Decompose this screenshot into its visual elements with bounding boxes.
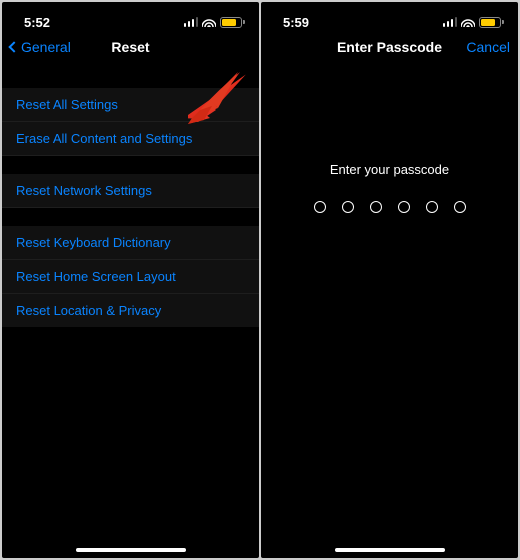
passcode-dot	[342, 201, 354, 213]
status-bar: 5:59	[261, 2, 518, 36]
wifi-icon	[461, 17, 475, 27]
battery-icon	[479, 17, 504, 28]
navigation-bar: General Reset	[2, 36, 259, 64]
passcode-prompt: Enter your passcode	[261, 162, 518, 177]
back-button[interactable]: General	[10, 39, 71, 55]
battery-fill	[481, 19, 495, 26]
back-label: General	[21, 39, 71, 55]
chevron-left-icon	[8, 41, 19, 52]
passcode-dot	[454, 201, 466, 213]
navigation-bar: Enter Passcode Cancel	[261, 36, 518, 64]
reset-home-screen-layout-row[interactable]: Reset Home Screen Layout	[2, 260, 259, 294]
wifi-icon	[202, 17, 216, 27]
passcode-dot	[314, 201, 326, 213]
reset-keyboard-dictionary-row[interactable]: Reset Keyboard Dictionary	[2, 226, 259, 260]
cancel-button[interactable]: Cancel	[466, 39, 510, 55]
battery-fill	[222, 19, 236, 26]
status-bar: 5:52	[2, 2, 259, 36]
erase-all-content-row[interactable]: Erase All Content and Settings	[2, 122, 259, 156]
screen-enter-passcode: 5:59 Enter Passcode Cancel Enter your pa…	[261, 2, 518, 558]
passcode-dot	[370, 201, 382, 213]
home-indicator[interactable]	[335, 548, 445, 552]
reset-all-settings-row[interactable]: Reset All Settings	[2, 88, 259, 122]
passcode-dots	[261, 201, 518, 213]
reset-options-list: Reset All Settings Erase All Content and…	[2, 70, 259, 327]
status-time: 5:52	[24, 15, 50, 30]
cellular-signal-icon	[184, 17, 199, 27]
battery-icon	[220, 17, 245, 28]
home-indicator[interactable]	[76, 548, 186, 552]
reset-network-settings-row[interactable]: Reset Network Settings	[2, 174, 259, 208]
cellular-signal-icon	[443, 17, 458, 27]
screen-reset-settings: 5:52 General Reset Reset All Settings Er…	[2, 2, 259, 558]
passcode-dot	[426, 201, 438, 213]
passcode-dot	[398, 201, 410, 213]
status-time: 5:59	[283, 15, 309, 30]
reset-location-privacy-row[interactable]: Reset Location & Privacy	[2, 294, 259, 327]
